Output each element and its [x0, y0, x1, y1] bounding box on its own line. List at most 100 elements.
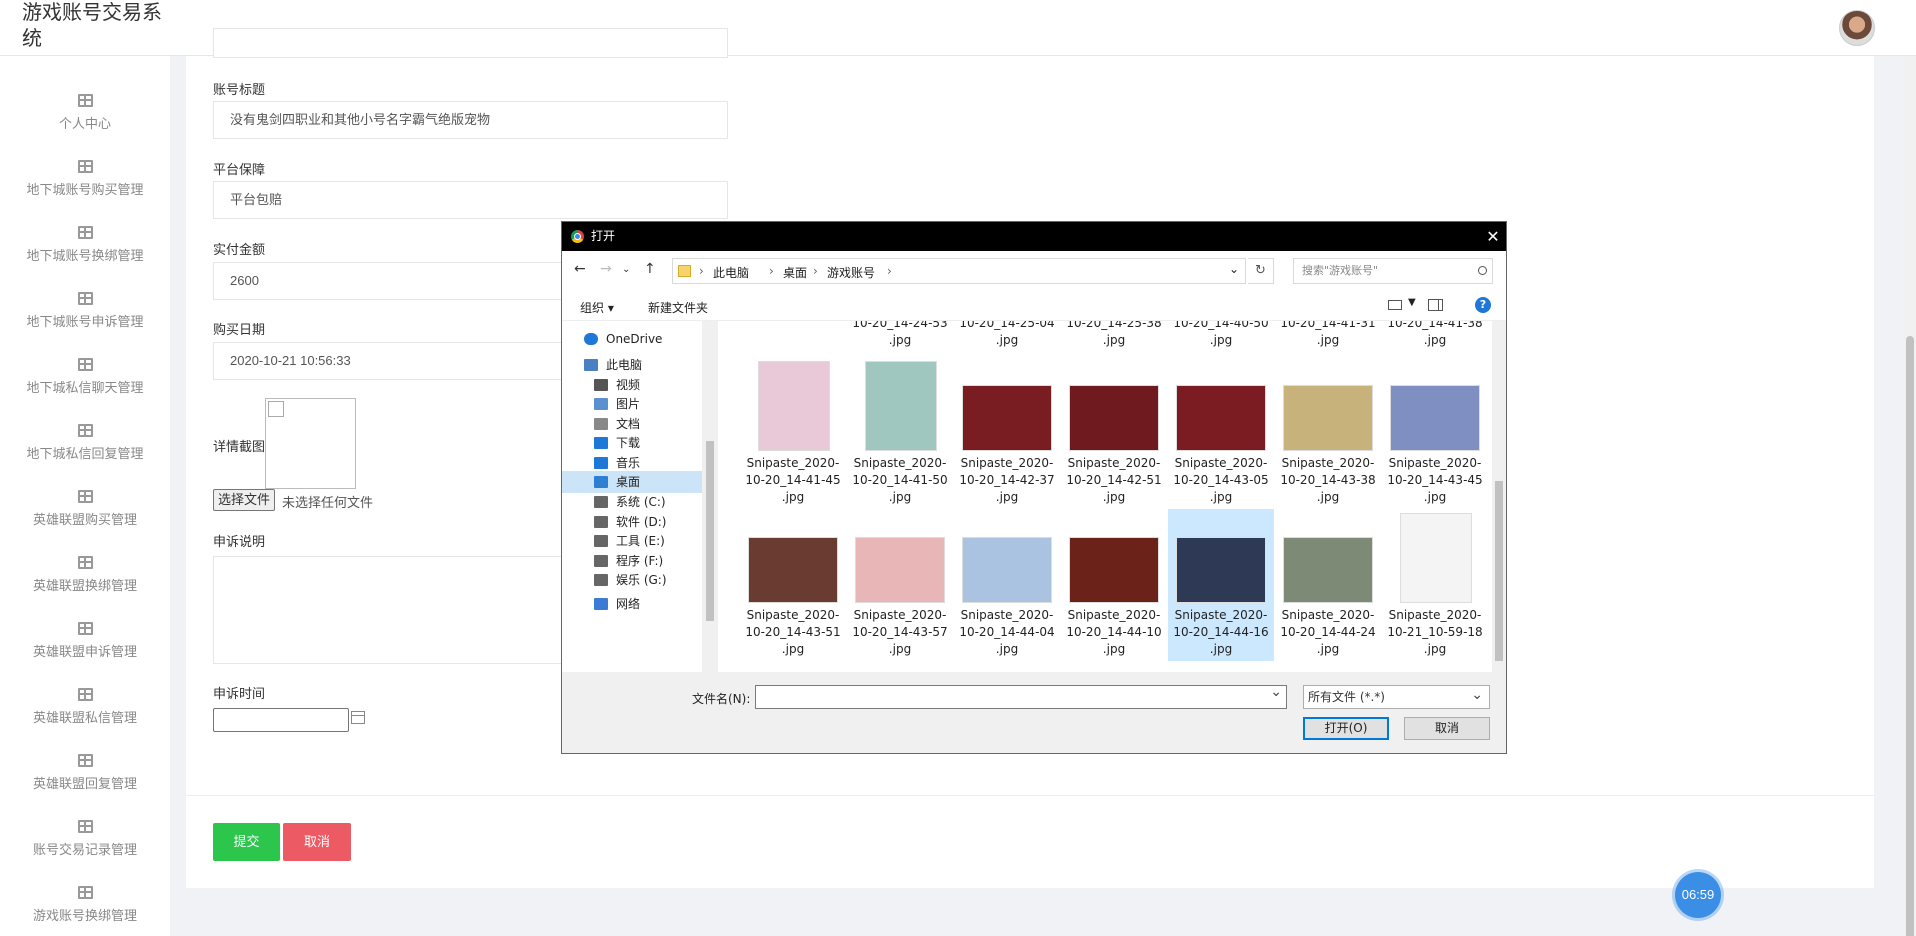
file-name-line: .jpg [1209, 642, 1233, 656]
refresh-icon[interactable]: ↻ [1248, 258, 1274, 284]
help-icon[interactable]: ? [1475, 297, 1491, 313]
previous-field[interactable] [213, 28, 728, 58]
sidebar-item[interactable]: 英雄联盟购买管理 [0, 480, 170, 540]
file-item[interactable]: Snipaste_2020- 10-20_14-44-10 .jpg [1061, 509, 1167, 661]
sidebar-item-label: 账号交易记录管理 [32, 842, 137, 857]
address-bar[interactable]: › 此电脑 › 桌面 › 游戏账号 › ⌄ [672, 258, 1246, 284]
chevron-down-icon[interactable]: ⌄ [1229, 262, 1239, 276]
file-item[interactable]: Snipaste_2020- 10-20_14-41-45 .jpg [740, 357, 846, 509]
view-chevron-icon[interactable]: ▼ [1408, 297, 1416, 308]
forward-arrow-icon[interactable]: → [600, 261, 612, 277]
file-item[interactable]: 10-20_14-41-31 .jpg [1275, 321, 1381, 349]
up-arrow-icon[interactable]: ↑ [644, 261, 656, 277]
file-type-select[interactable]: 所有文件 (*.*) [1303, 684, 1490, 709]
appeal-time-input[interactable] [213, 708, 349, 732]
document-icon [594, 418, 608, 430]
file-item[interactable]: Snipaste_2020- 10-20_14-44-04 .jpg [954, 509, 1060, 661]
sidebar-item[interactable]: 英雄联盟换绑管理 [0, 546, 170, 606]
preview-pane-icon[interactable] [1428, 299, 1443, 311]
file-item[interactable]: Snipaste_2020- 10-20_14-42-37 .jpg [954, 357, 1060, 509]
scrollbar-thumb[interactable] [1495, 481, 1503, 661]
title-field[interactable]: 没有鬼剑四职业和其他小号名字霸气绝版宠物 [213, 101, 728, 139]
open-button[interactable]: 打开(O) [1303, 717, 1389, 740]
sidebar-item[interactable]: 地下城账号申诉管理 [0, 282, 170, 342]
table-icon [77, 292, 93, 305]
sidebar-item[interactable]: 账号交易记录管理 [0, 810, 170, 870]
new-folder-button[interactable]: 新建文件夹 [648, 299, 708, 316]
user-avatar[interactable] [1839, 10, 1875, 46]
sidebar-item[interactable]: 英雄联盟私信管理 [0, 678, 170, 738]
timer-badge[interactable]: 06:59 [1675, 872, 1721, 918]
file-item[interactable]: 10-20_14-25-38 .jpg [1061, 321, 1167, 349]
submit-button[interactable]: 提交 [213, 823, 280, 861]
file-name-line: 10-20_14-41-38 [1387, 321, 1483, 330]
file-name-line: .jpg [1102, 642, 1126, 656]
calendar-icon[interactable] [351, 711, 365, 724]
tree-item-label: 工具 (E:) [616, 534, 665, 548]
file-name-line: Snipaste_2020- [1174, 456, 1268, 470]
date-label: 购买日期 [213, 322, 266, 337]
file-name-line: .jpg [888, 333, 912, 347]
file-item[interactable]: Snipaste_2020- 10-21_10-59-18 .jpg [1382, 509, 1488, 661]
tree-item[interactable]: 下载 [562, 432, 702, 454]
tree-item[interactable]: OneDrive [562, 328, 702, 350]
file-item[interactable]: Snipaste_2020- 10-20_14-42-51 .jpg [1061, 357, 1167, 509]
file-item[interactable]: Snipaste_2020- 10-20_14-43-05 .jpg [1168, 357, 1274, 509]
sidebar-item[interactable]: 英雄联盟申诉管理 [0, 612, 170, 672]
tree-scrollbar[interactable] [702, 321, 718, 672]
tree-item[interactable]: 图片 [562, 393, 702, 415]
drive-icon [594, 535, 608, 547]
picture-icon [594, 398, 608, 410]
choose-file-button[interactable]: 选择文件 [213, 489, 276, 511]
sidebar-item[interactable]: 地下城私信聊天管理 [0, 348, 170, 408]
scrollbar-thumb[interactable] [706, 441, 714, 621]
file-item[interactable]: Snipaste_2020- 10-20_14-43-45 .jpg [1382, 357, 1488, 509]
file-item[interactable]: Snipaste_2020- 10-20_14-44-16 .jpg [1168, 509, 1274, 661]
cancel-button[interactable]: 取消 [283, 823, 351, 861]
breadcrumb-desktop[interactable]: 桌面 [783, 264, 807, 281]
back-arrow-icon[interactable]: ← [574, 261, 586, 277]
organize-menu[interactable]: 组织 ▾ [580, 299, 614, 316]
file-name-line: Snipaste_2020- [746, 456, 840, 470]
file-item[interactable]: Snipaste_2020- 10-20_14-43-38 .jpg [1275, 357, 1381, 509]
sidebar-item[interactable]: 游戏账号换绑管理 [0, 876, 170, 936]
sidebar-item[interactable]: 个人中心 [0, 84, 170, 144]
dialog-cancel-button[interactable]: 取消 [1404, 717, 1490, 740]
drive-icon [594, 496, 608, 508]
tree-item[interactable]: 网络 [562, 593, 702, 615]
file-item[interactable]: 10-20_14-41-38 .jpg [1382, 321, 1488, 349]
file-name-line: 10-20_14-43-05 [1173, 473, 1269, 487]
tree-item[interactable]: 工具 (E:) [562, 530, 702, 552]
file-item[interactable]: 10-20_14-24-53 .jpg [847, 321, 953, 349]
sidebar-item[interactable]: 地下城私信回复管理 [0, 414, 170, 474]
sidebar-item-label: 地下城私信回复管理 [26, 446, 144, 461]
guarantee-field[interactable]: 平台包赔 [213, 181, 728, 219]
page-scrollbar[interactable] [1904, 56, 1916, 936]
file-list-scrollbar[interactable] [1492, 321, 1506, 672]
search-icon[interactable] [1478, 266, 1487, 275]
breadcrumb-game-accounts[interactable]: 游戏账号 [827, 264, 875, 281]
scrollbar-thumb[interactable] [1906, 336, 1914, 936]
filename-input[interactable] [755, 684, 1287, 709]
sidebar-item[interactable]: 地下城账号购买管理 [0, 150, 170, 210]
tree-item[interactable]: 此电脑 [562, 354, 702, 376]
breadcrumb-this-pc[interactable]: 此电脑 [713, 264, 749, 281]
table-icon [77, 358, 93, 371]
file-item[interactable]: Snipaste_2020- 10-20_14-43-57 .jpg [847, 509, 953, 661]
sidebar-item[interactable]: 地下城账号换绑管理 [0, 216, 170, 276]
file-item[interactable]: 10-20_14-25-04 .jpg [954, 321, 1060, 349]
recent-chevron-icon[interactable]: ⌄ [622, 264, 630, 275]
tree-item[interactable]: 系统 (C:) [562, 491, 702, 513]
table-icon [77, 820, 93, 833]
file-item[interactable]: 10-20_14-40-50 .jpg [1168, 321, 1274, 349]
file-item[interactable]: Snipaste_2020- 10-20_14-41-50 .jpg [847, 357, 953, 509]
file-item[interactable]: Snipaste_2020- 10-20_14-43-51 .jpg [740, 509, 846, 661]
sidebar-item[interactable]: 英雄联盟回复管理 [0, 744, 170, 804]
tree-item[interactable]: 桌面 [562, 471, 702, 493]
view-options-icon[interactable] [1388, 300, 1402, 310]
table-icon [77, 160, 93, 173]
file-item[interactable]: Snipaste_2020- 10-20_14-44-24 .jpg [1275, 509, 1381, 661]
search-input[interactable]: 搜索"游戏账号" [1293, 258, 1493, 284]
tree-item[interactable]: 娱乐 (G:) [562, 569, 702, 591]
close-icon[interactable]: ✕ [1480, 222, 1506, 251]
